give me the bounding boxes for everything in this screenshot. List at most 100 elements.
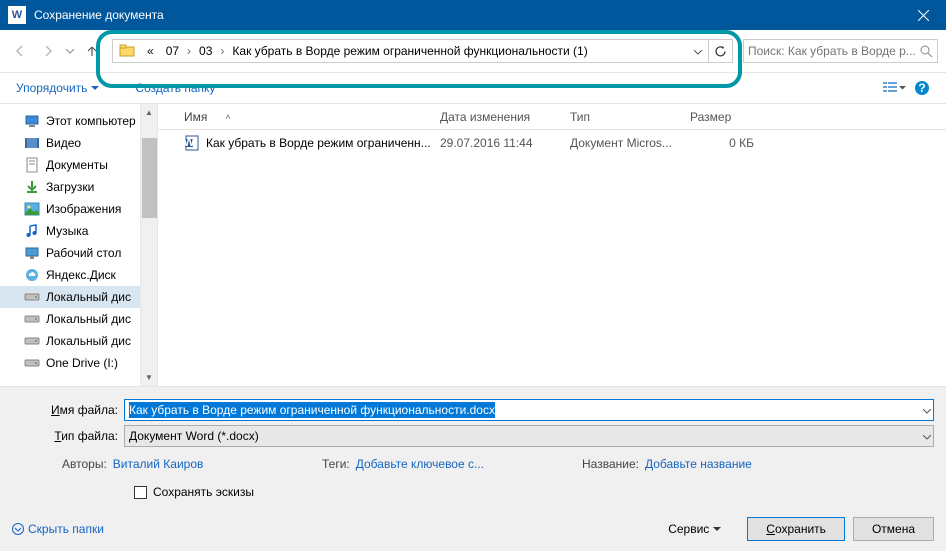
service-label: Сервис xyxy=(668,522,709,536)
chevron-down-icon xyxy=(12,523,24,535)
file-row[interactable]: W Как убрать в Ворде режим ограниченн...2… xyxy=(158,130,946,156)
file-name: Как убрать в Ворде режим ограниченн... xyxy=(206,136,431,150)
sidebar-item[interactable]: Локальный дис xyxy=(0,286,157,308)
column-size[interactable]: Размер xyxy=(682,110,762,124)
sidebar-item[interactable]: Музыка xyxy=(0,220,157,242)
tree-item-label: Загрузки xyxy=(46,180,94,194)
tree-item-label: Яндекс.Диск xyxy=(46,268,116,282)
back-button[interactable] xyxy=(8,39,32,63)
tree-item-label: Локальный дис xyxy=(46,290,131,304)
drive-icon xyxy=(24,311,40,327)
tags-value[interactable]: Добавьте ключевое с... xyxy=(356,457,484,471)
breadcrumb-prefix[interactable]: « xyxy=(141,44,160,58)
sidebar-item[interactable]: Яндекс.Диск xyxy=(0,264,157,286)
scroll-thumb[interactable] xyxy=(142,138,157,218)
tree-item-label: Изображения xyxy=(46,202,121,216)
word-doc-icon: W xyxy=(184,135,200,151)
arrow-up-icon xyxy=(85,44,99,58)
scrollbar[interactable]: ▲ ▼ xyxy=(140,104,157,386)
pics-icon xyxy=(24,201,40,217)
save-button[interactable]: Сохранить xyxy=(747,517,845,541)
help-icon: ? xyxy=(914,80,930,96)
filetype-label: Тип файла: xyxy=(12,429,118,443)
desk-icon xyxy=(24,245,40,261)
chevron-down-icon xyxy=(923,409,931,414)
title-label: Название: xyxy=(582,457,639,471)
sidebar-item[interactable]: Локальный дис xyxy=(0,308,157,330)
file-size: 0 КБ xyxy=(682,136,762,150)
metadata-row: Авторы: Виталий Каиров Теги: Добавьте ключ… xyxy=(12,457,934,471)
column-date[interactable]: Дата изменения xyxy=(432,110,562,124)
forward-button[interactable] xyxy=(36,39,60,63)
view-options-button[interactable] xyxy=(880,76,908,100)
window-title: Сохранение документа xyxy=(34,8,901,22)
address-dropdown[interactable] xyxy=(688,44,708,58)
sidebar-item[interactable]: Документы xyxy=(0,154,157,176)
authors-value[interactable]: Виталий Каиров xyxy=(113,457,204,471)
chevron-down-icon xyxy=(91,86,99,90)
filetype-input[interactable]: Документ Word (*.docx) xyxy=(124,425,934,447)
sidebar-item[interactable]: Этот компьютер xyxy=(0,110,157,132)
sidebar-item[interactable]: Видео xyxy=(0,132,157,154)
chevron-down-icon xyxy=(713,527,721,531)
hide-folders-button[interactable]: Скрыть папки xyxy=(12,522,104,536)
sort-indicator-icon: ˄ xyxy=(225,112,230,122)
search-box[interactable] xyxy=(743,39,938,63)
ydisk-icon xyxy=(24,267,40,283)
sidebar-item[interactable]: Рабочий стол xyxy=(0,242,157,264)
file-date: 29.07.2016 11:44 xyxy=(432,136,562,150)
filetype-dropdown[interactable] xyxy=(923,429,931,443)
chevron-down-icon xyxy=(899,86,906,90)
help-button[interactable]: ? xyxy=(908,76,936,100)
main-area: Этот компьютерВидеоДокументы Загрузки Изоб… xyxy=(0,104,946,386)
service-menu[interactable]: Сервис xyxy=(668,522,721,536)
scroll-down-icon[interactable]: ▼ xyxy=(141,369,157,386)
sidebar-item[interactable]: One Drive (I:) xyxy=(0,352,157,374)
refresh-button[interactable] xyxy=(708,39,732,63)
authors-label: Авторы: xyxy=(62,457,107,471)
chevron-right-icon: › xyxy=(185,44,193,58)
organize-label: Упорядочить xyxy=(16,81,87,95)
tree: Этот компьютерВидеоДокументы Загрузки Изоб… xyxy=(0,104,157,374)
tree-item-label: Локальный дис xyxy=(46,312,131,326)
filename-input[interactable]: Как убрать в Ворде режим ограниченной фу… xyxy=(124,399,934,421)
tree-item-label: Музыка xyxy=(46,224,88,238)
tree-item-label: Рабочий стол xyxy=(46,246,121,260)
cancel-button[interactable]: Отмена xyxy=(853,517,934,541)
sidebar-item[interactable]: Локальный дис xyxy=(0,330,157,352)
nav-row: « 07 › 03 › Как убрать в Ворде режим огр… xyxy=(0,30,946,72)
tags-label: Теги: xyxy=(322,457,350,471)
chevron-right-icon: › xyxy=(218,44,226,58)
music-icon xyxy=(24,223,40,239)
address-bar[interactable]: « 07 › 03 › Как убрать в Ворде режим огр… xyxy=(112,39,733,63)
breadcrumb-part[interactable]: Как убрать в Ворде режим ограниченной фу… xyxy=(226,44,593,58)
file-type: Документ Micros... xyxy=(562,136,682,150)
tree-item-label: Локальный дис xyxy=(46,334,131,348)
toolbar: Упорядочить Создать папку ? xyxy=(0,72,946,104)
breadcrumb-part[interactable]: 07 xyxy=(160,44,185,58)
hide-folders-label: Скрыть папки xyxy=(28,522,104,536)
search-icon xyxy=(920,45,933,58)
filename-dropdown[interactable] xyxy=(923,403,931,417)
breadcrumb-part[interactable]: 03 xyxy=(193,44,218,58)
sidebar: Этот компьютерВидеоДокументы Загрузки Изоб… xyxy=(0,104,158,386)
close-button[interactable] xyxy=(901,0,946,30)
up-button[interactable] xyxy=(80,39,104,63)
column-type[interactable]: Тип xyxy=(562,110,682,124)
pc-icon xyxy=(24,113,40,129)
search-input[interactable] xyxy=(748,44,916,58)
save-thumbnails-checkbox[interactable] xyxy=(134,486,147,499)
column-name[interactable]: Имя˄ xyxy=(176,110,432,124)
sidebar-item[interactable]: Изображения xyxy=(0,198,157,220)
history-dropdown[interactable] xyxy=(64,49,76,54)
new-folder-button[interactable]: Создать папку xyxy=(129,77,221,99)
svg-text:W: W xyxy=(184,135,195,149)
folder-icon xyxy=(119,43,135,59)
titlebar: W Сохранение документа xyxy=(0,0,946,30)
title-value[interactable]: Добавьте название xyxy=(645,457,752,471)
organize-menu[interactable]: Упорядочить xyxy=(10,77,105,99)
sidebar-item[interactable]: Загрузки xyxy=(0,176,157,198)
bottom-panel: Имя файла: Как убрать в Ворде режим огра… xyxy=(0,386,946,551)
new-folder-label: Создать папку xyxy=(135,81,215,95)
scroll-up-icon[interactable]: ▲ xyxy=(141,104,157,121)
